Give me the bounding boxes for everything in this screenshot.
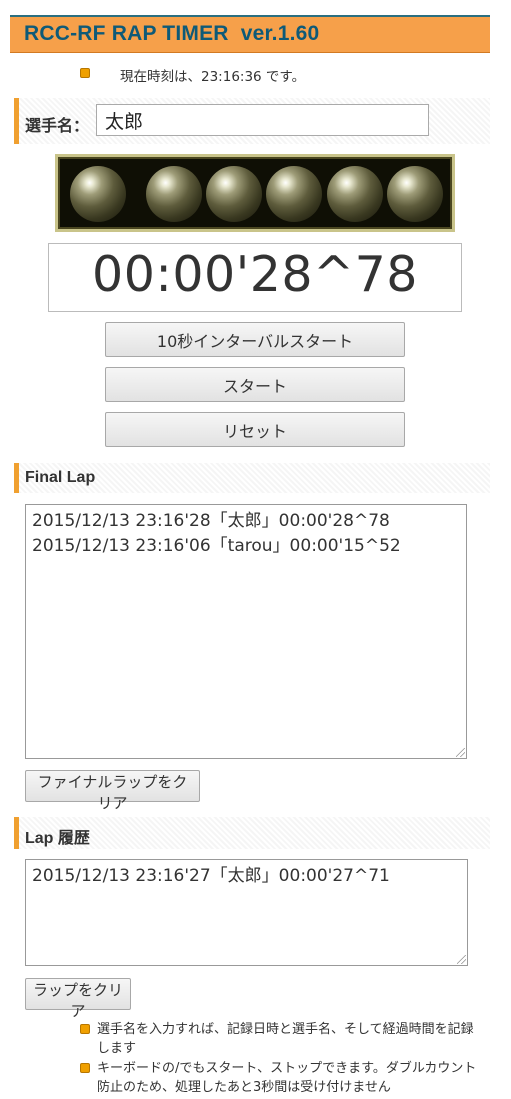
bullet-icon <box>80 1024 90 1034</box>
bullet-icon <box>80 68 90 78</box>
title-bar: RCC-RF RAP TIMER ver.1.60 <box>10 15 490 53</box>
final-lap-entry: 2015/12/13 23:16'06「tarou」00:00'15^52 <box>32 536 401 556</box>
current-time-row: 現在時刻は、23:16:36 です。 <box>80 65 305 85</box>
app-title: RCC-RF RAP TIMER ver.1.60 <box>24 22 320 45</box>
clear-final-lap-button[interactable]: ファイナルラップをクリア <box>25 770 200 812</box>
final-lap-header: Final Lap <box>14 463 490 493</box>
bullet-icon <box>80 1063 90 1073</box>
signal-light-icon <box>266 166 322 222</box>
lap-history-header: Lap 履歴 <box>14 817 490 849</box>
start-button[interactable]: スタート <box>105 367 405 402</box>
final-lap-entry: 2015/12/13 23:16'28「太郎」00:00'28^78 <box>32 511 390 531</box>
note-item: 選手名を入力すれば、記録日時と選手名、そして経過時間を記録します <box>80 1020 480 1060</box>
clear-lap-button[interactable]: ラップをクリア <box>25 978 131 1020</box>
timer-display: 00:00'28^78 <box>48 243 462 312</box>
signal-lights-panel <box>55 154 455 232</box>
signal-light-icon <box>146 166 202 222</box>
racer-name-section: 選手名： <box>14 98 490 144</box>
lap-history-title: Lap 履歴 <box>25 830 90 847</box>
lap-history-log[interactable]: 2015/12/13 23:16'27「太郎」00:00'27^71 <box>25 859 468 966</box>
timer-value: 00:00'28^78 <box>92 246 418 303</box>
racer-name-input[interactable] <box>96 104 429 136</box>
note-item: キーボードの/でもスタート、ストップできます。ダブルカウント防止のため、処理した… <box>80 1059 480 1099</box>
interval-start-button[interactable]: 10秒インターバルスタート <box>105 322 405 357</box>
resize-grip-icon[interactable] <box>457 955 466 964</box>
resize-grip-icon[interactable] <box>456 748 465 757</box>
signal-light-icon <box>206 166 262 222</box>
signal-light-icon <box>387 166 443 222</box>
note-text: キーボードの/でもスタート、ストップできます。ダブルカウント防止のため、処理した… <box>97 1061 477 1095</box>
racer-name-label: 選手名： <box>25 118 90 135</box>
current-time-text: 現在時刻は、23:16:36 です。 <box>120 69 306 85</box>
lap-history-entry: 2015/12/13 23:16'27「太郎」00:00'27^71 <box>32 866 390 886</box>
signal-light-icon <box>327 166 383 222</box>
signal-light-icon <box>70 166 126 222</box>
final-lap-log[interactable]: 2015/12/13 23:16'28「太郎」00:00'28^78 2015/… <box>25 504 467 759</box>
reset-button[interactable]: リセット <box>105 412 405 447</box>
note-text: 選手名を入力すれば、記録日時と選手名、そして経過時間を記録します <box>97 1022 474 1056</box>
final-lap-title: Final Lap <box>25 469 96 486</box>
